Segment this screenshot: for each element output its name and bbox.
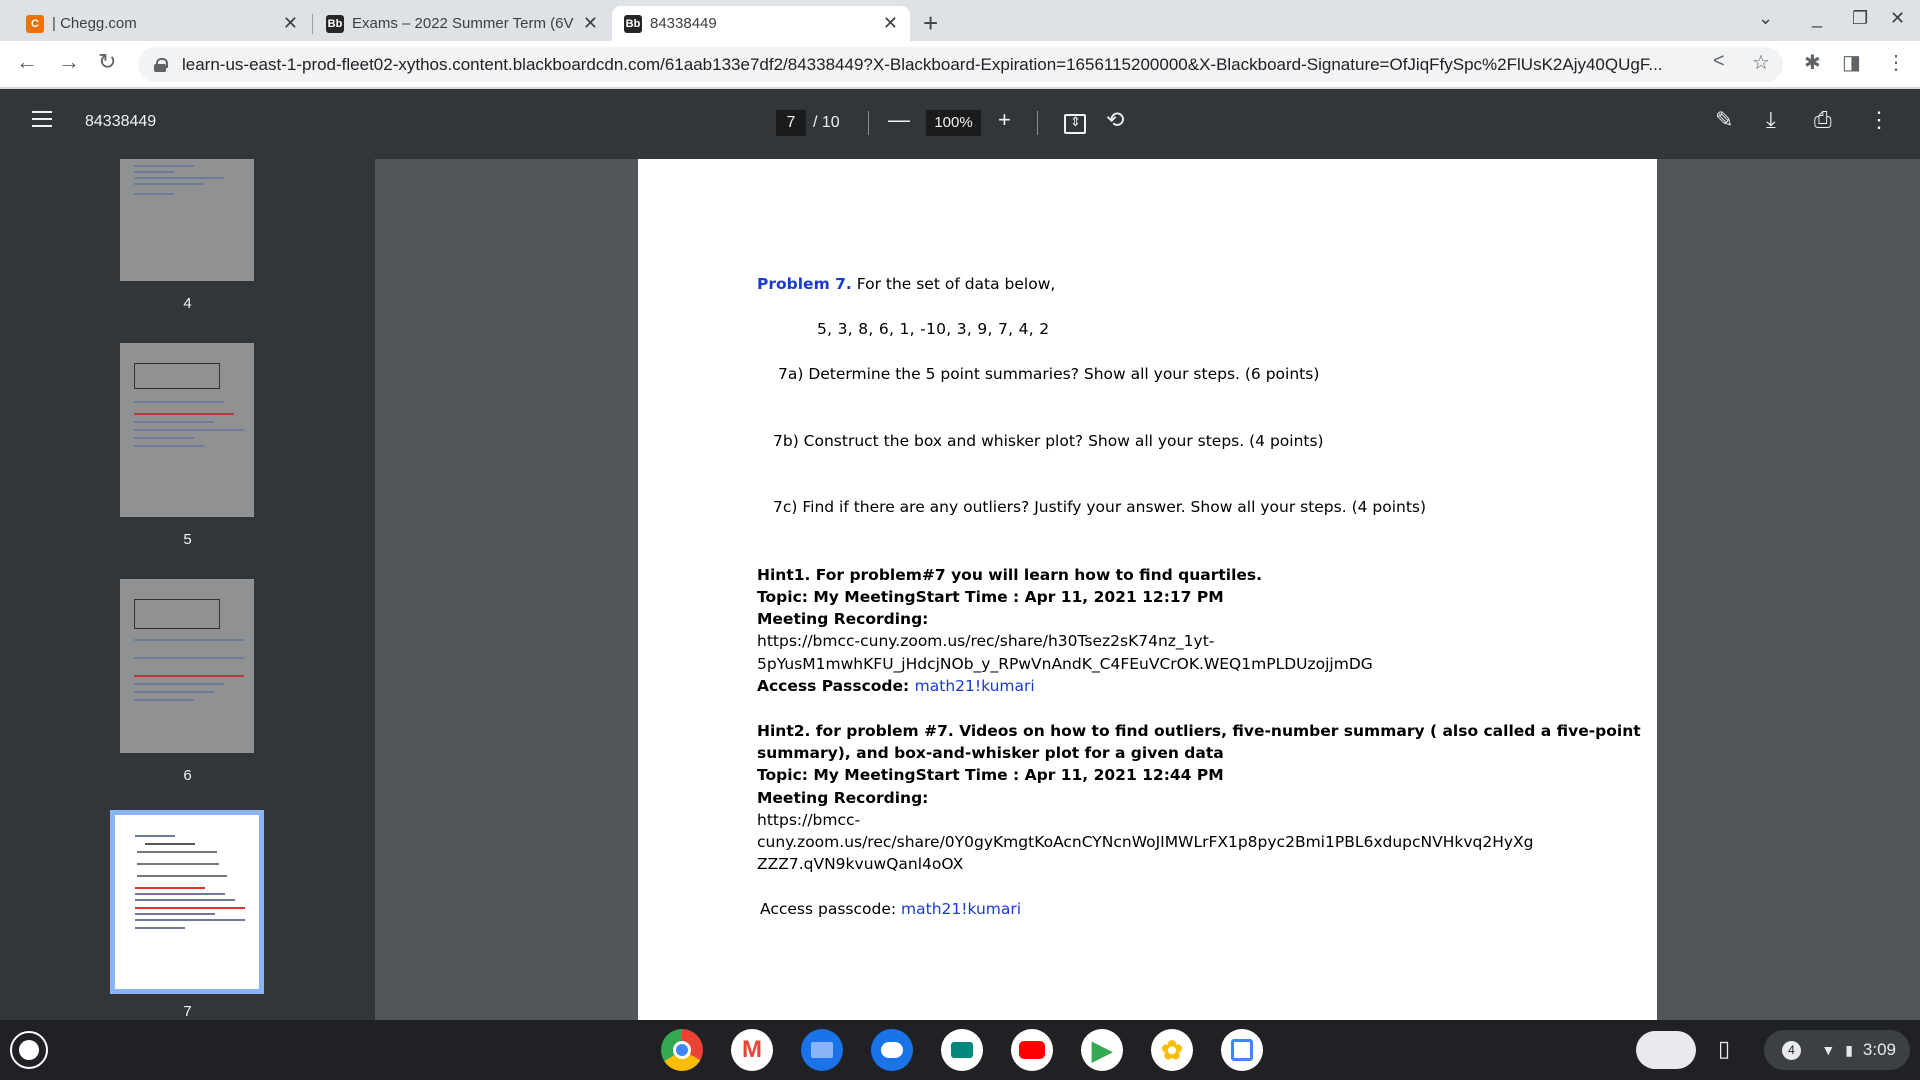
clock: 3:09 [1862, 1040, 1896, 1059]
phone-hub-icon[interactable]: ▯ [1718, 1036, 1730, 1062]
close-icon[interactable]: ✕ [283, 13, 298, 34]
pdf-toolbar: 84338449 7 / 10 — 100% + ⟲ ✎ ⤓ ⎙ ⋮ [0, 89, 1920, 159]
hint1-recording-label: Meeting Recording: [757, 610, 929, 628]
thumbnail-sidebar[interactable]: 4 5 6 7 [0, 159, 375, 1020]
page-number-input[interactable]: 7 [776, 110, 806, 136]
hint2-link[interactable]: https://bmcc- [757, 811, 860, 829]
back-icon[interactable]: ← [16, 49, 38, 75]
hint2-recording-label: Meeting Recording: [757, 789, 929, 807]
close-window-icon[interactable]: ✕ [1890, 8, 1905, 29]
page-total: / 10 [813, 114, 840, 131]
problem-label: Problem 7. [757, 275, 852, 293]
side-panel-icon[interactable]: ◨ [1842, 50, 1861, 75]
thumbnail-label: 6 [183, 767, 192, 784]
hint2-title-continued: summary), and box-and-whisker plot for a… [757, 744, 1224, 762]
problem-text: For the set of data below, [851, 275, 1056, 293]
tab-chegg[interactable]: C | Chegg.com ✕ [14, 6, 310, 41]
toolbar-divider [1037, 111, 1038, 135]
thumbnail-label: 5 [183, 531, 192, 548]
notification-count: 4 [1782, 1041, 1801, 1060]
play-store-app-icon[interactable]: ▶ [1081, 1029, 1123, 1071]
annotate-pen-icon[interactable]: ✎ [1715, 107, 1733, 133]
hint1-topic: Topic: My MeetingStart Time : Apr 11, 20… [757, 588, 1224, 606]
thumbnail-label: 7 [183, 1003, 192, 1020]
restore-icon[interactable]: ❐ [1852, 8, 1868, 29]
question-7a: 7a) Determine the 5 point summaries? Sho… [778, 365, 1320, 383]
zoom-in-icon[interactable]: + [998, 107, 1011, 133]
download-icon[interactable]: ⤓ [1766, 107, 1776, 133]
files-app-icon[interactable] [801, 1029, 843, 1071]
thumbnail-page-5[interactable] [120, 343, 254, 517]
tab-search-icon[interactable]: ⌄ [1758, 8, 1773, 29]
tab-84338449[interactable]: Bb 84338449 ✕ [612, 6, 910, 41]
menu-icon[interactable] [32, 111, 52, 127]
battery-icon: ▮ [1845, 1041, 1853, 1058]
data-values: 5, 3, 8, 6, 1, -10, 3, 9, 7, 4, 2 [817, 320, 1050, 338]
tab-title: Exams – 2022 Summer Term (6V [352, 15, 574, 32]
close-icon[interactable]: ✕ [583, 13, 598, 34]
address-bar[interactable]: learn-us-east-1-prod-fleet02-xythos.cont… [138, 47, 1783, 82]
launcher-icon[interactable] [10, 1031, 48, 1069]
chrome-app-icon[interactable] [661, 1029, 703, 1071]
hint2-topic: Topic: My MeetingStart Time : Apr 11, 20… [757, 766, 1224, 784]
document-title: 84338449 [85, 113, 157, 130]
tab-exams[interactable]: Bb Exams – 2022 Summer Term (6V ✕ [314, 6, 610, 41]
blackboard-favicon-icon: Bb [326, 14, 344, 33]
status-area[interactable]: 4 ▼ ▮ 3:09 [1764, 1030, 1910, 1070]
more-menu-icon[interactable]: ⋮ [1886, 50, 1906, 75]
gmail-app-icon[interactable]: M [731, 1029, 773, 1071]
bookmark-star-icon[interactable]: ☆ [1752, 50, 1770, 75]
messages-app-icon[interactable] [871, 1029, 913, 1071]
thumbnail-page-7[interactable] [110, 810, 264, 994]
passcode-value: math21!kumari [914, 677, 1035, 695]
photos-app-icon[interactable]: ✿ [1151, 1029, 1193, 1071]
question-7c: 7c) Find if there are any outliers? Just… [773, 498, 1427, 516]
hint1-passcode: Access Passcode: math21!kumari [757, 677, 1035, 695]
url-text[interactable]: learn-us-east-1-prod-fleet02-xythos.cont… [182, 55, 1712, 75]
reload-icon[interactable]: ↻ [98, 49, 116, 75]
meet-app-icon[interactable] [941, 1029, 983, 1071]
hint1-link[interactable]: https://bmcc-cuny.zoom.us/rec/share/h30T… [757, 632, 1214, 650]
close-icon[interactable]: ✕ [883, 13, 898, 34]
blackboard-favicon-icon: Bb [624, 14, 642, 33]
hint1-link-continued[interactable]: 5pYusM1mwhKFU_jHdcjNOb_y_RPwVnAndK_C4FEu… [757, 655, 1373, 673]
hint1-title: Hint1. For problem#7 you will learn how … [757, 566, 1263, 584]
thumbnail-page-4[interactable] [120, 159, 254, 281]
extensions-puzzle-icon[interactable]: ✱ [1804, 50, 1821, 75]
passcode-label: Access passcode: [760, 900, 902, 918]
passcode-value: math21!kumari [901, 900, 1022, 918]
tab-title: 84338449 [650, 15, 717, 32]
zoom-out-icon[interactable]: — [888, 107, 910, 133]
print-icon[interactable]: ⎙ [1814, 107, 1832, 133]
new-tab-button[interactable]: + [923, 8, 938, 39]
toolbar-divider [868, 111, 869, 135]
hint2-link-end[interactable]: ZZZ7.qVN9kvuwQanl4oOX [757, 855, 963, 873]
thumbnail-page-6[interactable] [120, 579, 254, 753]
zoom-input[interactable]: 100% [926, 110, 981, 136]
tab-strip: C | Chegg.com ✕ Bb Exams – 2022 Summer T… [0, 0, 1920, 41]
pdf-page: Problem 7. For the set of data below, 5,… [638, 159, 1657, 1020]
pdf-more-icon[interactable]: ⋮ [1868, 107, 1890, 133]
fit-to-page-icon[interactable] [1064, 114, 1086, 134]
stylus-tools-icon[interactable] [1636, 1031, 1696, 1069]
passcode-label: Access Passcode: [757, 677, 915, 695]
browser-toolbar: ← → ↻ learn-us-east-1-prod-fleet02-xytho… [0, 41, 1920, 88]
lock-icon[interactable] [154, 57, 168, 72]
youtube-app-icon[interactable] [1011, 1029, 1053, 1071]
hint2-passcode: Access passcode: math21!kumari [760, 900, 1021, 918]
calendar-app-icon[interactable] [1221, 1029, 1263, 1071]
problem-7-statement: Problem 7. For the set of data below, [757, 275, 1055, 293]
chegg-favicon-icon: C [26, 14, 44, 33]
tab-divider [312, 14, 313, 34]
forward-icon[interactable]: → [58, 49, 80, 75]
share-icon[interactable]: < [1713, 50, 1725, 73]
thumbnail-label: 4 [183, 295, 192, 312]
question-7b: 7b) Construct the box and whisker plot? … [773, 432, 1324, 450]
hint2-title: Hint2. for problem #7. Videos on how to … [757, 722, 1641, 740]
tab-title: | Chegg.com [52, 15, 137, 32]
minimize-icon[interactable]: _ [1812, 8, 1822, 29]
rotate-icon[interactable]: ⟲ [1106, 107, 1124, 133]
wifi-icon: ▼ [1821, 1042, 1836, 1058]
hint2-link-continued[interactable]: cuny.zoom.us/rec/share/0Y0gyKmgtKoAcnCYN… [757, 833, 1534, 851]
